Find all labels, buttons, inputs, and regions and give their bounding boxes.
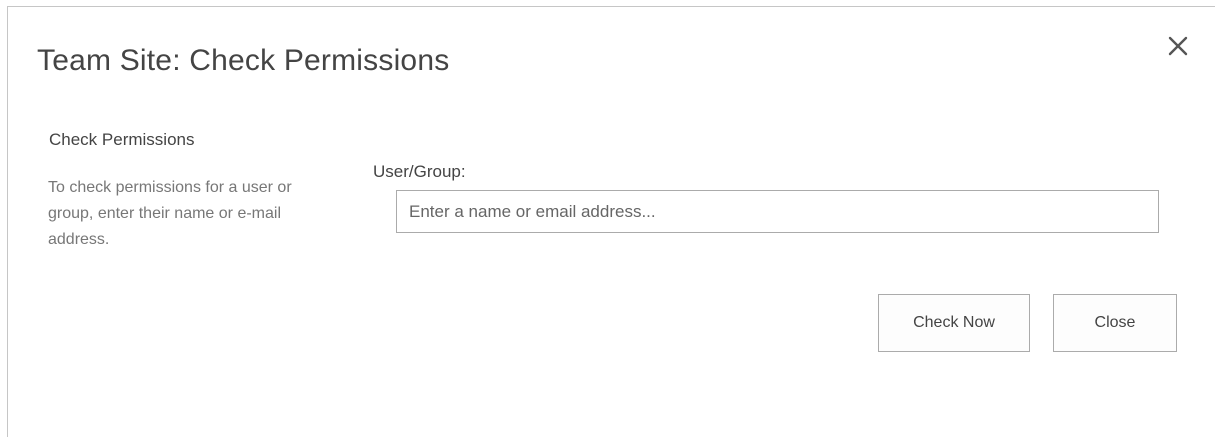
- section-description: To check permissions for a user or group…: [48, 179, 292, 248]
- user-group-label: User/Group:: [373, 162, 466, 181]
- check-now-button[interactable]: Check Now: [878, 294, 1030, 352]
- dialog-title: Team Site: Check Permissions: [37, 44, 450, 77]
- section-title: Check Permissions: [49, 130, 195, 149]
- check-permissions-dialog: Team Site: Check Permissions Check Permi…: [7, 6, 1215, 437]
- close-button[interactable]: Close: [1053, 294, 1177, 352]
- user-group-input[interactable]: [396, 190, 1159, 233]
- close-icon[interactable]: [1167, 35, 1189, 57]
